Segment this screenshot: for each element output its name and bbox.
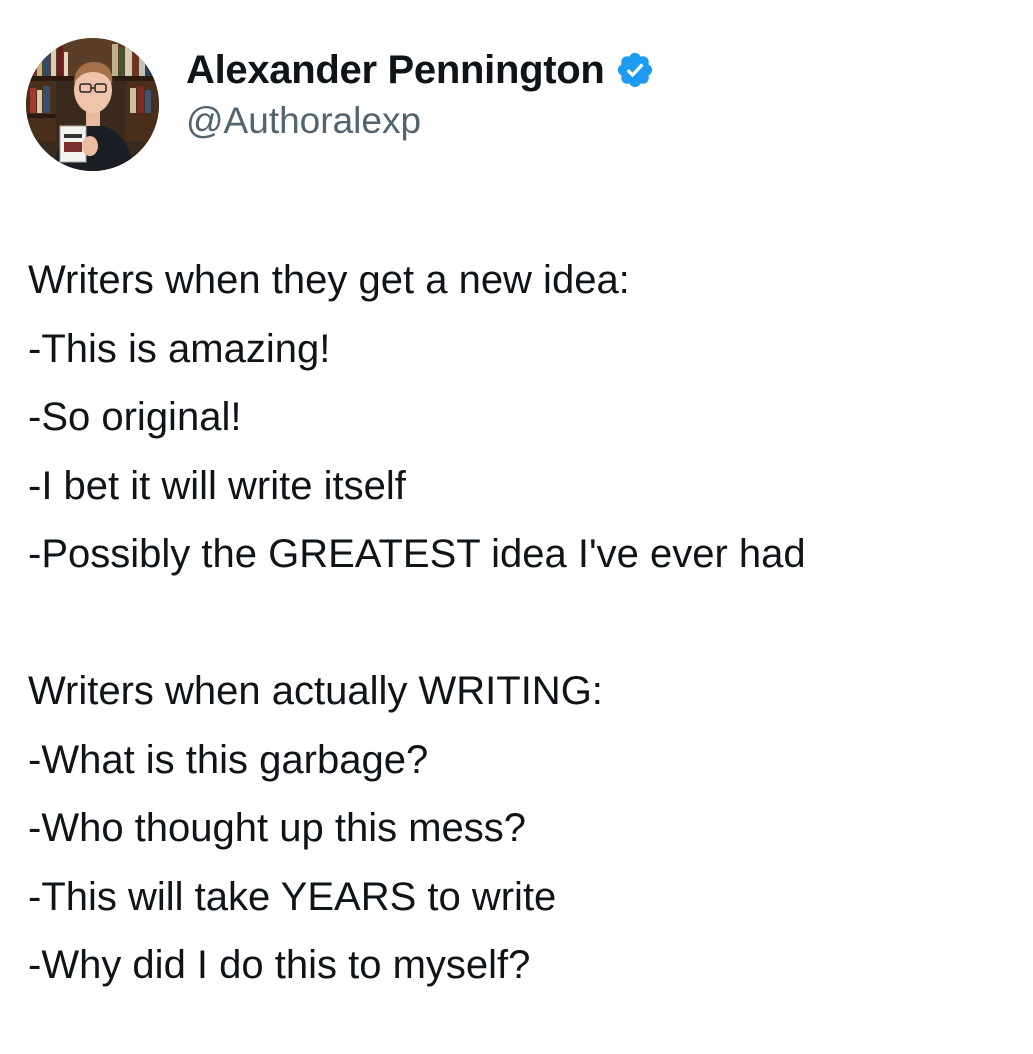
tweet-line: -This will take YEARS to write — [28, 874, 557, 919]
tweet-line: Writers when they get a new idea: — [28, 258, 630, 302]
tweet-text: Writers when they get a new idea: -This … — [28, 246, 1028, 1000]
tweet-line: -So original! — [28, 395, 242, 439]
tweet-line: Writers when actually WRITING: — [28, 669, 603, 713]
author-display-name[interactable]: Alexander Pennington — [186, 46, 605, 94]
author-avatar[interactable] — [26, 37, 159, 171]
tweet-line: -Why did I do this to myself? — [28, 943, 531, 987]
tweet-line: -What is this garbage? — [28, 737, 429, 782]
author-names: Alexander Pennington @Authoralexp — [186, 46, 655, 144]
tweet-header: Alexander Pennington @Authoralexp — [26, 37, 655, 171]
author-name-row[interactable]: Alexander Pennington — [186, 46, 655, 94]
avatar-photo — [26, 37, 159, 171]
tweet-line: -I bet it will write itself — [28, 463, 406, 508]
tweet-line: -Possibly the GREATEST idea I've ever ha… — [28, 532, 806, 576]
author-handle[interactable]: @Authoralexp — [186, 98, 655, 144]
tweet-line: -This is amazing! — [28, 326, 331, 371]
verified-badge-icon — [615, 50, 655, 90]
tweet-line: -Who thought up this mess? — [28, 806, 527, 850]
tweet-card: Alexander Pennington @Authoralexp Writer… — [0, 0, 1033, 1054]
